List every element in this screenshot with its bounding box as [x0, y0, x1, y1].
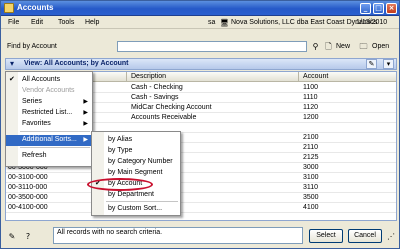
table-row[interactable]: 00-4100-000 4100 [6, 203, 396, 213]
maximize-button[interactable]: □ [373, 3, 384, 14]
cell-account: 3000 [303, 164, 319, 171]
menu-item[interactable]: Favorites ▶ [6, 119, 92, 130]
menu-edit[interactable]: Edit [31, 19, 43, 26]
menu-file[interactable]: File [8, 19, 19, 26]
cell-account: 1120 [303, 104, 319, 111]
cell-account: 2100 [303, 134, 319, 141]
cell-account-number: 00-3500-000 [8, 194, 48, 201]
menu-item[interactable]: Restricted List... ▶ [6, 108, 92, 119]
menu-item: Vendor Accounts [6, 86, 92, 97]
menu-bar: File Edit Tools Help sa 🖥 Nova Solutions… [1, 17, 399, 29]
column-separator [126, 72, 127, 82]
sort-item-label: by Department [108, 191, 154, 198]
title-bar[interactable]: Accounts _ □ × [1, 1, 399, 16]
options-icon[interactable]: ▾ [383, 59, 394, 69]
menu-separator [20, 131, 90, 132]
help-icon[interactable]: ? [23, 232, 33, 241]
menu-item[interactable]: ✔ All Accounts [6, 75, 92, 86]
open-button[interactable]: Open [372, 43, 389, 50]
cell-account: 3500 [303, 194, 319, 201]
menu-item[interactable]: Additional Sorts... ▶ [6, 135, 92, 146]
cell-account: 2125 [303, 154, 319, 161]
sort-item-label: by Alias [108, 136, 133, 143]
cell-account-number: 00-4100-000 [8, 204, 48, 211]
cell-account-number: 00-3100-000 [8, 174, 48, 181]
sort-submenu: by Alias by Type by Category Number by Main… [91, 131, 181, 216]
cell-account: 4100 [303, 204, 319, 211]
cell-account: 1200 [303, 114, 319, 121]
view-dropdown-icon[interactable]: ▾ [10, 59, 14, 68]
cell-description: Cash - Savings [131, 94, 179, 101]
highlight-circle [87, 178, 153, 191]
menu-item-label: Refresh [22, 152, 47, 159]
menu-separator [20, 147, 90, 148]
sort-item-label: by Main Segment [108, 169, 163, 176]
table-row[interactable]: 00-3100-000gs3100 [6, 173, 396, 183]
edit-view-icon[interactable]: ✎ [366, 59, 377, 69]
menu-item-label: Vendor Accounts [22, 87, 75, 94]
cell-description: Accounts Receivable [131, 114, 197, 121]
app-icon [4, 3, 14, 13]
menu-help[interactable]: Help [85, 19, 99, 26]
check-icon: ✔ [9, 76, 15, 83]
table-row[interactable]: 00-3110-000n Capital3110 [6, 183, 396, 193]
binoculars-icon[interactable]: ⚲ [310, 41, 321, 52]
column-account[interactable]: Account [303, 73, 328, 80]
minimize-button[interactable]: _ [360, 3, 371, 14]
menu-item[interactable]: Refresh [6, 151, 92, 162]
submenu-arrow-icon: ▶ [83, 99, 88, 105]
menu-item-label: Restricted List... [22, 109, 73, 116]
menu-separator [106, 201, 178, 202]
cell-description: MidCar Checking Account [131, 104, 212, 111]
status-bar: ✎ ? All records with no search criteria.… [5, 224, 397, 246]
submenu-arrow-icon: ▶ [83, 121, 88, 127]
select-button[interactable]: Select [309, 229, 343, 243]
sort-menu-item[interactable]: by Main Segment [92, 168, 180, 179]
new-button[interactable]: New [336, 43, 350, 50]
sort-menu-item[interactable]: by Alias [92, 135, 180, 146]
resize-grip-icon[interactable]: ⋰ [386, 232, 396, 241]
menu-item-label: Additional Sorts... [22, 136, 77, 143]
new-document-icon[interactable]: 🗋 [323, 41, 334, 52]
sort-menu-item[interactable]: by Type [92, 146, 180, 157]
table-row[interactable]: 00-3500-000 3500 [6, 193, 396, 203]
submenu-arrow-icon: ▶ [83, 137, 88, 143]
user-name: sa [208, 19, 216, 26]
open-folder-icon[interactable]: 🗀 [358, 41, 369, 52]
company-icon: 🖥 [220, 20, 229, 27]
view-context-menu: ✔ All Accounts Vendor Accounts Series ▶ Restr… [5, 71, 93, 167]
sort-menu-item[interactable]: by Department [92, 190, 180, 201]
cell-account: 1110 [303, 94, 318, 101]
cell-account: 2110 [303, 144, 319, 151]
cell-account: 3110 [303, 184, 319, 191]
view-title: View: All Accounts; by Account [24, 60, 129, 67]
sort-item-label: by Type [108, 147, 133, 154]
note-icon[interactable]: ✎ [7, 232, 17, 241]
accounts-window: Accounts _ □ × File Edit Tools Help sa 🖥… [0, 0, 400, 249]
column-description[interactable]: Description [131, 73, 166, 80]
view-bar[interactable]: ▾ View: All Accounts; by Account ✎ ▾ [5, 58, 397, 70]
cell-account-number: 00-3110-000 [8, 184, 48, 191]
menu-tools[interactable]: Tools [58, 19, 74, 26]
sort-item-label: by Category Number [108, 158, 173, 165]
close-button[interactable]: × [386, 3, 397, 14]
window-title: Accounts [17, 3, 54, 12]
find-label: Find by Account [7, 43, 57, 50]
sort-menu-item[interactable]: by Custom Sort... [92, 204, 180, 215]
submenu-arrow-icon: ▶ [83, 110, 88, 116]
menu-item[interactable]: Series ▶ [6, 97, 92, 108]
user-date: 1/13/2010 [356, 19, 388, 26]
cancel-button[interactable]: Cancel [348, 229, 382, 243]
menu-item-label: Favorites [22, 120, 51, 127]
cell-account: 1100 [303, 84, 319, 91]
status-text: All records with no search criteria. [53, 227, 303, 244]
find-input[interactable] [117, 41, 307, 52]
sort-menu-item[interactable]: by Category Number [92, 157, 180, 168]
cell-description: Cash - Checking [131, 84, 183, 91]
cell-account: 3100 [303, 174, 319, 181]
menu-item-label: Series [22, 98, 42, 105]
menu-item-label: All Accounts [22, 76, 61, 83]
column-separator [298, 72, 299, 82]
sort-item-label: by Custom Sort... [108, 205, 163, 212]
